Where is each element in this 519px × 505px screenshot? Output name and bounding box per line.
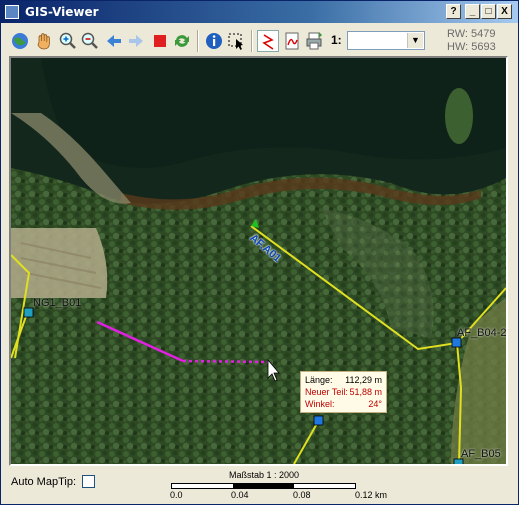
help-button[interactable]: ? bbox=[446, 4, 461, 19]
node-marker bbox=[313, 415, 324, 426]
auto-maptip-checkbox[interactable] bbox=[82, 475, 95, 488]
gis-viewer-window: GIS-Viewer ? _ □ X 1: ▼ RW: 5479 HW: 569… bbox=[0, 0, 519, 505]
forward-arrow-icon[interactable] bbox=[125, 30, 147, 52]
node-marker bbox=[451, 337, 462, 348]
toolbar-separator bbox=[251, 30, 253, 52]
angle-value: 24° bbox=[368, 399, 382, 409]
scale-bar-segment bbox=[172, 484, 233, 488]
chevron-down-icon[interactable]: ▼ bbox=[407, 33, 423, 48]
scale-bar-segment bbox=[294, 484, 355, 488]
scale-tick-label: 0.08 bbox=[293, 490, 311, 500]
scale-tick-label: 0.12 km bbox=[355, 490, 388, 500]
stop-icon[interactable] bbox=[149, 30, 171, 52]
info-icon[interactable] bbox=[203, 30, 225, 52]
back-arrow-icon[interactable] bbox=[103, 30, 125, 52]
pdf-export-icon[interactable] bbox=[281, 30, 303, 52]
scale-bar bbox=[171, 483, 356, 489]
angle-label: Winkel: bbox=[305, 399, 335, 409]
pan-hand-icon[interactable] bbox=[33, 30, 55, 52]
window-title: GIS-Viewer bbox=[25, 5, 99, 19]
auto-maptip-label: Auto MapTip: bbox=[11, 476, 77, 488]
length-value: 112,29 m bbox=[345, 375, 382, 385]
toolbar: 1: ▼ RW: 5479 HW: 5693 bbox=[1, 25, 518, 55]
node-marker bbox=[23, 307, 34, 318]
map-canvas bbox=[11, 58, 506, 464]
coordinate-readout: RW: 5479 HW: 5693 bbox=[447, 28, 496, 54]
scale-bar-segment bbox=[233, 484, 294, 488]
scale-select[interactable]: ▼ bbox=[347, 31, 425, 50]
measure-icon[interactable] bbox=[257, 30, 279, 52]
print-icon[interactable] bbox=[303, 30, 325, 52]
app-icon bbox=[5, 5, 19, 19]
minimize-button[interactable]: _ bbox=[465, 4, 480, 19]
toolbar-separator bbox=[197, 30, 199, 52]
select-rect-icon[interactable] bbox=[225, 30, 247, 52]
scale-bar-title: Maßstab 1 : 2000 bbox=[229, 470, 300, 480]
scale-tick-label: 0.04 bbox=[231, 490, 249, 500]
map-view[interactable]: AF.A01 NG1_B01 AF_B04-2 AF_B05 Länge: 112… bbox=[9, 56, 508, 466]
footer: Auto MapTip: Maßstab 1 : 2000 0.0 0.04 0… bbox=[1, 468, 518, 504]
rw-value: RW: 5479 bbox=[447, 28, 496, 40]
globe-icon[interactable] bbox=[9, 30, 31, 52]
scale-label: 1: bbox=[331, 33, 342, 47]
zoom-out-icon[interactable] bbox=[79, 30, 101, 52]
measure-tooltip: Länge: 112,29 m Neuer Teil: 51,88 m Winkel… bbox=[300, 371, 387, 413]
feature-label-ng1: NG1_B01 bbox=[33, 297, 82, 309]
new-part-value: 51,88 m bbox=[349, 387, 382, 397]
new-part-label: Neuer Teil: bbox=[305, 387, 348, 397]
feature-label-b04: AF_B04-2 bbox=[457, 327, 507, 339]
refresh-icon[interactable] bbox=[171, 30, 193, 52]
title-bar[interactable]: GIS-Viewer ? _ □ X bbox=[1, 1, 518, 23]
hw-value: HW: 5693 bbox=[447, 41, 496, 53]
feature-label-b05: AF_B05 bbox=[461, 448, 501, 460]
zoom-in-icon[interactable] bbox=[57, 30, 79, 52]
length-label: Länge: bbox=[305, 375, 333, 385]
scale-tick-label: 0.0 bbox=[170, 490, 183, 500]
close-button[interactable]: X bbox=[497, 4, 512, 19]
maximize-button[interactable]: □ bbox=[481, 4, 496, 19]
